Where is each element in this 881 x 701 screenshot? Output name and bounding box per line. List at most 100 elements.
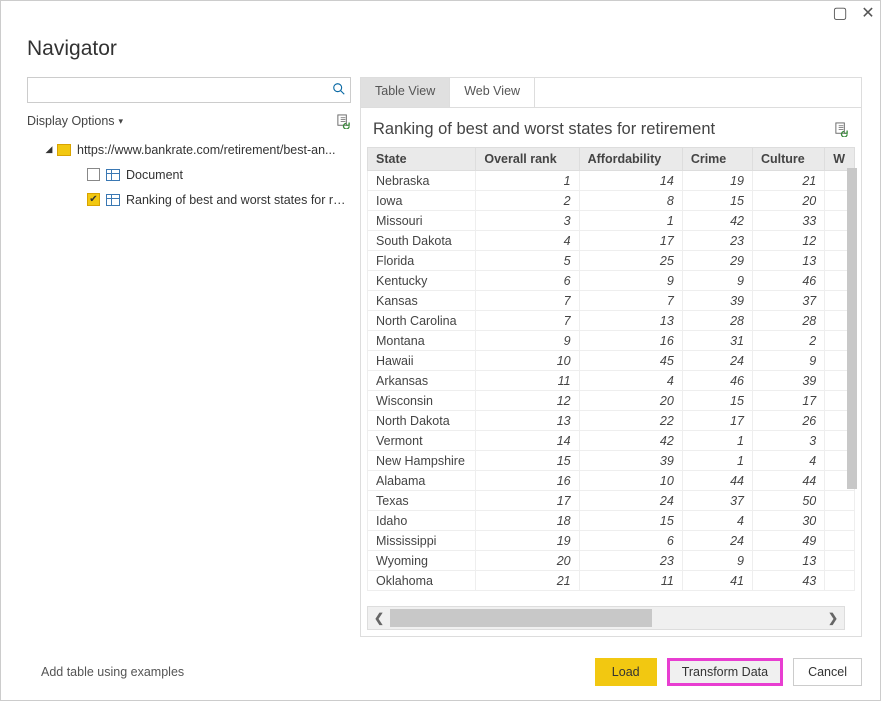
scroll-right-arrow-icon[interactable]: ❯ [822,611,844,625]
tree-item-ranking[interactable]: ✔ Ranking of best and worst states for r… [27,187,351,212]
search-box[interactable] [27,77,351,103]
maximize-icon: ▢ [832,3,847,23]
cancel-button[interactable]: Cancel [793,658,862,686]
preview-table-wrap: StateOverall rankAffordabilityCrimeCultu… [367,147,855,602]
table-cell: North Dakota [368,411,476,431]
table-cell: Wyoming [368,551,476,571]
table-cell: 23 [682,231,752,251]
table-cell: 24 [682,351,752,371]
horizontal-scrollbar[interactable]: ❮ ❯ [367,606,845,630]
table-cell: 15 [682,191,752,211]
navigator-tree: ◢ https://www.bankrate.com/retirement/be… [27,137,351,212]
column-header[interactable]: Crime [682,148,752,171]
folder-icon [57,144,71,156]
table-cell: 7 [476,311,579,331]
scroll-thumb-horizontal[interactable] [390,609,652,627]
table-cell: 42 [682,211,752,231]
maximize-button[interactable]: ▢ [832,5,848,21]
display-options-dropdown[interactable]: Display Options ▾ [27,114,123,128]
table-cell: 22 [579,411,682,431]
table-cell: Texas [368,491,476,511]
table-cell: 8 [579,191,682,211]
scroll-thumb-vertical[interactable] [847,168,857,489]
table-cell: 1 [682,431,752,451]
table-cell: 9 [753,351,825,371]
table-cell: 20 [476,551,579,571]
table-cell: Arkansas [368,371,476,391]
table-row[interactable]: North Carolina7132828 [368,311,855,331]
refresh-preview-icon[interactable] [833,122,849,138]
table-cell: 37 [682,491,752,511]
table-row[interactable]: Missouri314233 [368,211,855,231]
table-row[interactable]: Wyoming2023913 [368,551,855,571]
load-button[interactable]: Load [595,658,657,686]
tree-root-label: https://www.bankrate.com/retirement/best… [77,143,351,157]
table-icon [106,194,120,206]
checkbox-ranking[interactable]: ✔ [87,193,100,206]
table-cell: 18 [476,511,579,531]
table-cell: 19 [476,531,579,551]
add-table-using-examples-button[interactable]: Add table using examples [27,658,198,686]
table-row[interactable]: Kansas773937 [368,291,855,311]
table-header-row: StateOverall rankAffordabilityCrimeCultu… [368,148,855,171]
table-cell: 1 [579,211,682,231]
search-input[interactable] [34,83,332,97]
close-button[interactable]: ✕ [860,5,876,21]
checkbox-document[interactable] [87,168,100,181]
table-cell: 21 [476,571,579,591]
table-row[interactable]: Alabama16104444 [368,471,855,491]
refresh-icon[interactable] [335,113,351,129]
table-row[interactable]: Montana916312 [368,331,855,351]
table-cell: 15 [579,511,682,531]
vertical-scrollbar[interactable] [845,168,859,596]
table-row[interactable]: Florida5252913 [368,251,855,271]
display-options-label: Display Options [27,114,115,128]
table-row[interactable]: New Hampshire153914 [368,451,855,471]
tab-web-view[interactable]: Web View [450,78,535,107]
table-cell: 3 [753,431,825,451]
chevron-down-icon: ▾ [119,116,124,127]
table-row[interactable]: Nebraska1141921 [368,171,855,191]
tree-item-document[interactable]: Document [27,162,351,187]
table-cell: Oklahoma [368,571,476,591]
table-cell: 24 [682,531,752,551]
search-icon[interactable] [332,82,346,99]
table-cell: 14 [579,171,682,191]
table-cell: 1 [476,171,579,191]
scroll-left-arrow-icon[interactable]: ❮ [368,611,390,625]
table-row[interactable]: Idaho1815430 [368,511,855,531]
table-cell: 3 [476,211,579,231]
table-cell: 10 [476,351,579,371]
table-row[interactable]: Mississippi1962449 [368,531,855,551]
transform-data-button[interactable]: Transform Data [667,658,783,686]
table-cell: Kansas [368,291,476,311]
table-row[interactable]: Texas17243750 [368,491,855,511]
display-options-row: Display Options ▾ [27,113,351,129]
titlebar: ▢ ✕ [1,1,880,31]
content-area: Display Options ▾ ◢ https://www.bankrate… [1,77,880,637]
table-cell: 24 [579,491,682,511]
tree-root[interactable]: ◢ https://www.bankrate.com/retirement/be… [27,137,351,162]
table-row[interactable]: Oklahoma21114143 [368,571,855,591]
table-row[interactable]: Vermont144213 [368,431,855,451]
column-header[interactable]: Affordability [579,148,682,171]
table-cell: 4 [682,511,752,531]
table-cell: South Dakota [368,231,476,251]
table-cell: North Carolina [368,311,476,331]
table-row[interactable]: Kentucky69946 [368,271,855,291]
table-row[interactable]: North Dakota13221726 [368,411,855,431]
table-cell: 16 [579,331,682,351]
column-header[interactable]: State [368,148,476,171]
column-header[interactable]: Culture [753,148,825,171]
table-row[interactable]: South Dakota4172312 [368,231,855,251]
table-row[interactable]: Hawaii1045249 [368,351,855,371]
table-row[interactable]: Iowa281520 [368,191,855,211]
column-header[interactable]: Overall rank [476,148,579,171]
table-row[interactable]: Arkansas1144639 [368,371,855,391]
table-cell: 28 [682,311,752,331]
tree-caret-icon: ◢ [45,144,53,155]
tab-table-view[interactable]: Table View [361,78,450,107]
table-row[interactable]: Wisconsin12201517 [368,391,855,411]
table-cell: Idaho [368,511,476,531]
table-cell: 33 [753,211,825,231]
